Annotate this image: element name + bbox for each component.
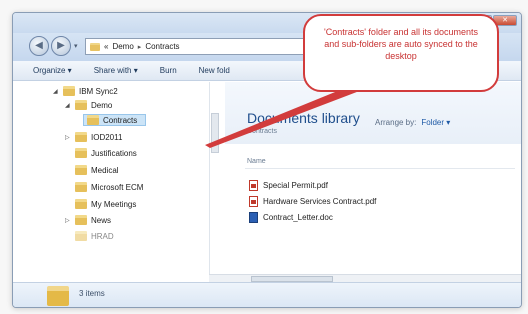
callout-pointer-arrow [205,90,362,148]
callout-text: 'Contracts' folder and all its documents… [323,27,478,61]
annotation-callout: 'Contracts' folder and all its documents… [303,14,499,92]
